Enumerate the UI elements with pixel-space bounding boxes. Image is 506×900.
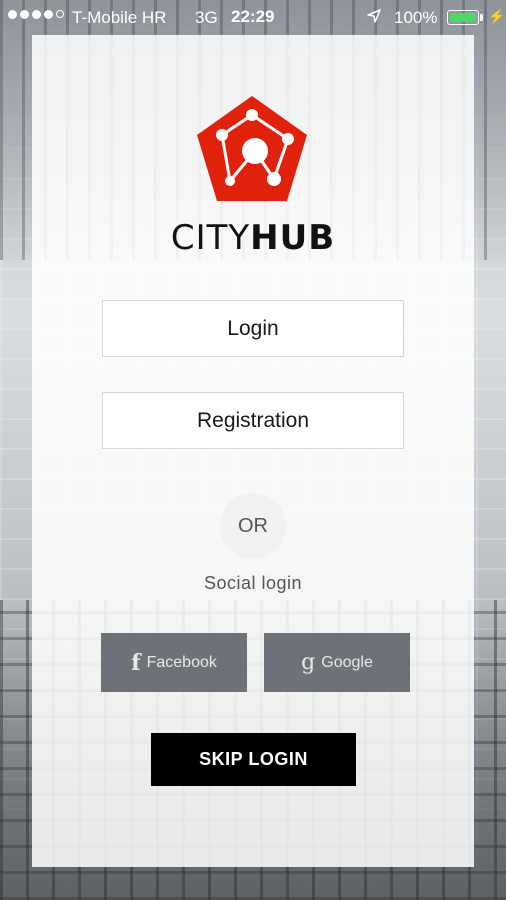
facebook-label: Facebook: [146, 653, 217, 671]
social-login-label: Social login: [203, 573, 303, 593]
google-login-button[interactable]: g Google: [264, 633, 410, 692]
location-arrow-icon: [367, 9, 381, 23]
battery-tip: [480, 14, 483, 21]
skip-login-button[interactable]: SKIP LOGIN: [151, 733, 356, 786]
cityhub-logo-icon: [197, 96, 307, 201]
brand-name-bold: HUB: [250, 218, 336, 258]
google-icon: g: [301, 650, 316, 675]
battery-percent: 100%: [394, 8, 438, 27]
registration-button[interactable]: Registration: [102, 392, 404, 449]
brand-wordmark: CITYHUB: [0, 218, 506, 258]
login-button[interactable]: Login: [102, 300, 404, 357]
google-label: Google: [321, 653, 373, 671]
charging-icon: ⚡: [488, 8, 506, 24]
facebook-login-button[interactable]: f Facebook: [101, 633, 247, 692]
status-time: 22:29: [231, 7, 275, 26]
battery-icon: [447, 10, 479, 25]
or-divider: OR: [220, 493, 286, 559]
status-bar: T-Mobile HR 3G 22:29 100% ⚡: [0, 0, 506, 36]
brand-name-light: CITY: [170, 218, 251, 258]
carrier-name: T-Mobile HR: [72, 8, 167, 27]
facebook-icon: f: [131, 649, 141, 676]
signal-strength-icon: [8, 10, 64, 19]
network-type: 3G: [195, 8, 218, 27]
